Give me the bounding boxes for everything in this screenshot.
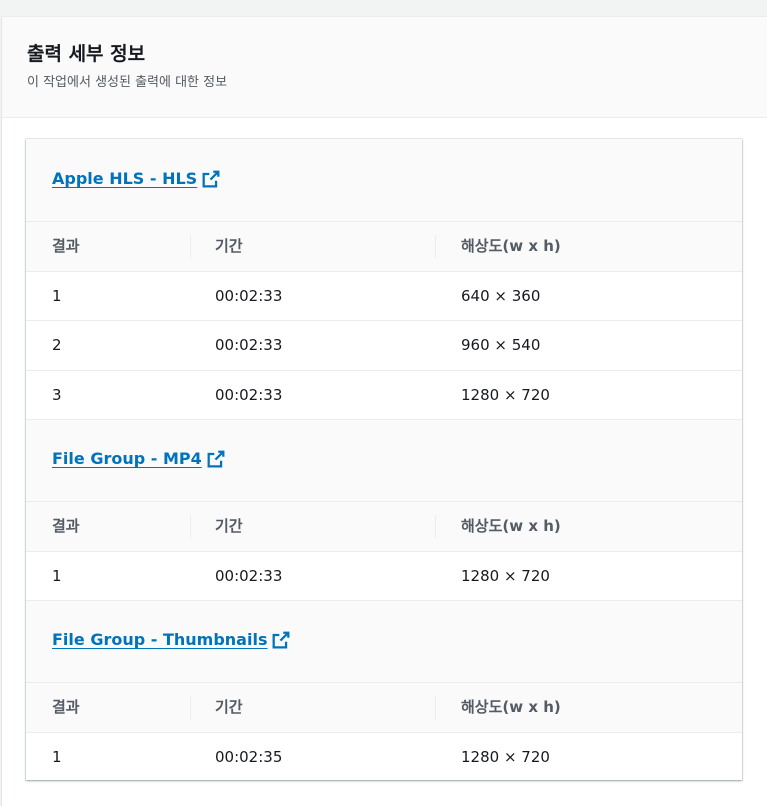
external-link-icon xyxy=(207,450,225,468)
column-divider xyxy=(435,515,436,539)
output-group-name: File Group - MP4 xyxy=(52,449,202,468)
output-details-panel: 출력 세부 정보 이 작업에서 생성된 출력에 대한 정보 Apple HLS … xyxy=(2,16,767,806)
column-header-resolution: 해상도(w x h) xyxy=(461,698,561,716)
table-row: 1 00:02:33 640 × 360 xyxy=(26,271,742,321)
panel-title: 출력 세부 정보 xyxy=(27,43,146,65)
column-divider xyxy=(190,515,191,539)
table-row: 3 00:02:33 1280 × 720 xyxy=(26,370,742,420)
page: 출력 세부 정보 이 작업에서 생성된 출력에 대한 정보 Apple HLS … xyxy=(0,0,767,806)
column-header-duration: 기간 xyxy=(215,237,243,255)
cell-result: 3 xyxy=(52,386,62,404)
cell-result: 1 xyxy=(52,287,62,305)
output-group-link-mp4[interactable]: File Group - MP4 xyxy=(52,448,225,470)
column-divider xyxy=(435,235,436,259)
column-header-duration: 기간 xyxy=(215,517,243,535)
table-header-row: 결과 기간 해상도(w x h) xyxy=(26,682,742,732)
table-row: 1 00:02:33 1280 × 720 xyxy=(26,551,742,601)
cell-resolution: 640 × 360 xyxy=(461,287,541,305)
panel-header: 출력 세부 정보 이 작업에서 생성된 출력에 대한 정보 xyxy=(2,17,767,118)
cell-duration: 00:02:33 xyxy=(215,287,283,305)
cell-resolution: 1280 × 720 xyxy=(461,748,550,766)
column-header-resolution: 해상도(w x h) xyxy=(461,517,561,535)
output-group-header: File Group - MP4 xyxy=(26,419,742,502)
output-group-name: Apple HLS - HLS xyxy=(52,169,198,188)
column-header-result: 결과 xyxy=(52,517,80,535)
column-header-result: 결과 xyxy=(52,237,80,255)
column-divider xyxy=(190,235,191,259)
table-header-row: 결과 기간 해상도(w x h) xyxy=(26,221,742,271)
cell-duration: 00:02:33 xyxy=(215,336,283,354)
output-group-header: Apple HLS - HLS xyxy=(26,139,742,221)
output-groups-card: Apple HLS - HLS 결과 기간 해상도(w x h) 1 00:02… xyxy=(26,139,742,780)
output-group-header: File Group - Thumbnails xyxy=(26,600,742,683)
cell-resolution: 1280 × 720 xyxy=(461,567,550,585)
column-header-resolution: 해상도(w x h) xyxy=(461,237,561,255)
table-row: 1 00:02:35 1280 × 720 xyxy=(26,732,742,780)
cell-result: 1 xyxy=(52,748,62,766)
column-divider xyxy=(190,696,191,720)
cell-duration: 00:02:33 xyxy=(215,567,283,585)
external-link-icon xyxy=(273,631,290,649)
output-group-name: File Group - Thumbnails xyxy=(52,630,268,649)
column-header-result: 결과 xyxy=(52,698,80,716)
table-row: 2 00:02:33 960 × 540 xyxy=(26,320,742,370)
output-group-link-thumbnails[interactable]: File Group - Thumbnails xyxy=(52,629,290,651)
cell-resolution: 1280 × 720 xyxy=(461,386,550,404)
output-group-link-apple-hls[interactable]: Apple HLS - HLS xyxy=(52,168,220,190)
cell-duration: 00:02:35 xyxy=(215,748,283,766)
cell-result: 2 xyxy=(52,336,62,354)
cell-resolution: 960 × 540 xyxy=(461,336,541,354)
table-header-row: 결과 기간 해상도(w x h) xyxy=(26,501,742,551)
cell-result: 1 xyxy=(52,567,62,585)
panel-description: 이 작업에서 생성된 출력에 대한 정보 xyxy=(27,75,228,90)
external-link-icon xyxy=(202,170,220,188)
column-divider xyxy=(435,696,436,720)
column-header-duration: 기간 xyxy=(215,698,243,716)
cell-duration: 00:02:33 xyxy=(215,386,283,404)
